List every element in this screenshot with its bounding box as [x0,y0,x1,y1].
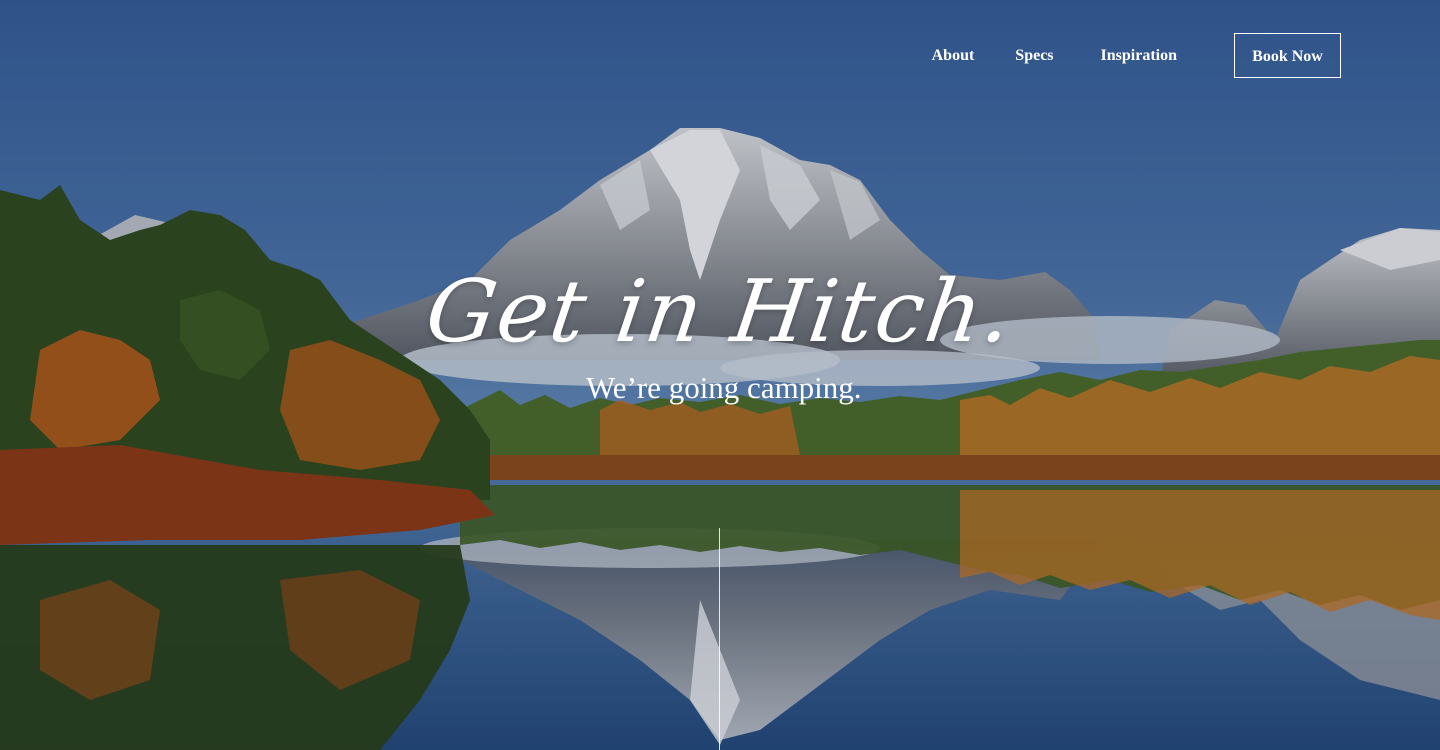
nav-link-about[interactable]: About [932,32,975,79]
nav-link-specs[interactable]: Specs [1015,32,1053,79]
main-nav: About Specs Inspiration Book Now [932,32,1341,79]
book-now-button[interactable]: Book Now [1234,33,1341,78]
hero-section: About Specs Inspiration Book Now Get in … [0,0,1440,750]
hero-tagline: We’re going camping. [586,370,862,405]
scroll-indicator-line [719,528,720,750]
nav-link-inspiration[interactable]: Inspiration [1101,32,1177,79]
hero-headline: Get in Hitch. [420,262,1020,362]
